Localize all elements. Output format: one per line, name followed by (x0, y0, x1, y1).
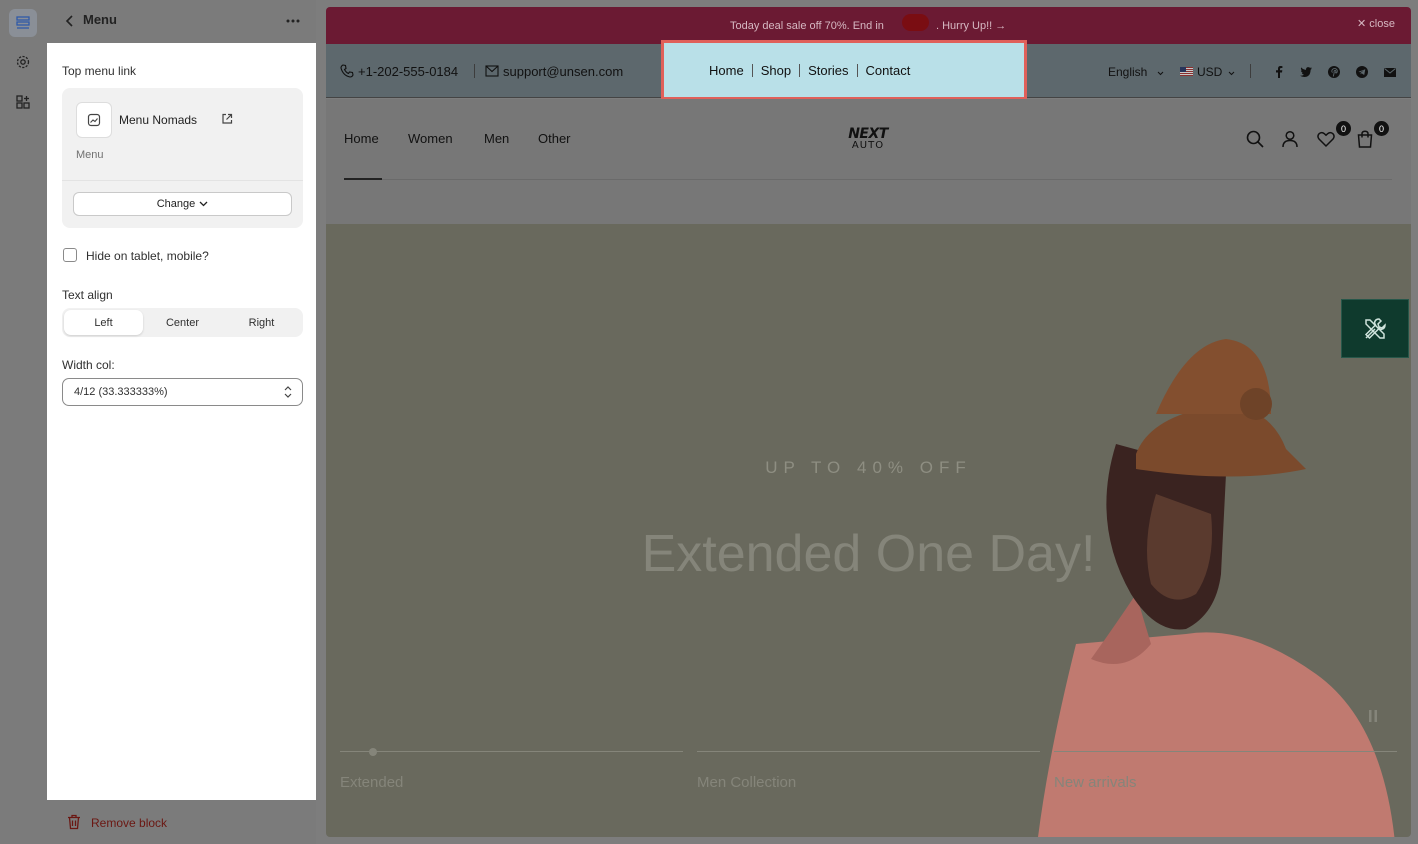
top-nav-shop[interactable]: Shop (753, 63, 799, 78)
main-nav-men[interactable]: Men (484, 131, 509, 146)
text-align-segmented-control: Left Center Right (62, 308, 303, 337)
storefront-preview: Today deal sale off 70%. End in . Hurry … (326, 7, 1411, 837)
width-col-label: Width col: (62, 358, 115, 372)
menu-thumbnail-icon (76, 102, 112, 138)
block-settings-panel: Menu Top menu link Menu Nomads Menu Chan… (47, 0, 316, 844)
width-col-value: 4/12 (33.333333%) (74, 386, 168, 398)
email-icon[interactable] (1383, 65, 1397, 79)
telegram-icon[interactable] (1355, 65, 1369, 79)
wishlist-count-badge: 0 (1336, 121, 1351, 136)
account-icon[interactable] (1280, 129, 1300, 149)
width-col-select[interactable]: 4/12 (33.333333%) (62, 378, 303, 406)
hero-headline: Extended One Day! (641, 525, 1096, 583)
top-nav-contact[interactable]: Contact (858, 63, 919, 78)
left-rail (0, 0, 47, 844)
us-flag-icon (1180, 67, 1193, 76)
deal-text: Today deal sale off 70%. End in (730, 20, 884, 32)
change-menu-button[interactable]: Change (73, 192, 292, 216)
slide-tab-new-arrivals[interactable]: New arrivals (1054, 751, 1397, 791)
slide-tab-line (697, 751, 1040, 752)
slide-tab-line (1054, 751, 1397, 752)
top-nav-home[interactable]: Home (701, 63, 752, 78)
hide-on-mobile-checkbox[interactable] (63, 248, 77, 262)
main-header: Home Women Men Other NEXT AUTO 0 0 (326, 99, 1411, 224)
hurry-text[interactable]: . Hurry Up!! → (936, 20, 1006, 32)
more-options-icon[interactable] (283, 12, 303, 30)
top-nav-stories[interactable]: Stories (800, 63, 856, 78)
facebook-icon[interactable] (1272, 65, 1286, 79)
back-chevron-icon[interactable] (61, 12, 79, 30)
language-selector[interactable]: English (1108, 65, 1147, 79)
announcement-bar: Today deal sale off 70%. End in . Hurry … (326, 7, 1411, 44)
text-align-label: Text align (62, 288, 113, 302)
sections-icon[interactable] (9, 9, 37, 37)
top-menu-block-highlight[interactable]: Home Shop Stories Contact (661, 40, 1027, 100)
change-button-label: Change (156, 198, 196, 210)
hero-promo-text: UP TO 40% OFF (765, 458, 972, 477)
mail-icon (485, 65, 499, 77)
countdown-pill (902, 14, 929, 31)
header-underline (344, 179, 1392, 180)
slide-tab-label: Extended (340, 774, 404, 791)
panel-header: Menu (47, 0, 316, 43)
hide-on-mobile-label: Hide on tablet, mobile? (86, 249, 209, 263)
hero-slideshow: UP TO 40% OFF Extended One Day! Extended… (326, 224, 1411, 837)
support-email[interactable]: support@unsen.com (503, 64, 623, 79)
slide-tab-label: Men Collection (697, 774, 797, 791)
cart-count-badge: 0 (1374, 121, 1389, 136)
panel-title: Menu (83, 12, 117, 27)
chevron-down-icon (199, 201, 208, 207)
twitter-icon[interactable] (1299, 65, 1313, 79)
top-menu-nav: Home Shop Stories Contact (701, 63, 918, 78)
currency-chevron-down-icon (1228, 71, 1235, 76)
panel-footer: Remove block (47, 800, 316, 844)
pinterest-icon[interactable] (1327, 65, 1341, 79)
menu-picker-card: Menu Nomads Menu Change (62, 88, 303, 228)
align-center-option[interactable]: Center (143, 310, 222, 335)
wishlist-heart-icon[interactable] (1316, 129, 1336, 149)
logo-line-1: NEXT (848, 126, 888, 142)
pause-icon[interactable] (1367, 709, 1379, 723)
language-chevron-down-icon (1157, 71, 1164, 76)
slide-tab-extended[interactable]: Extended (340, 751, 683, 791)
info-divider (474, 64, 475, 78)
settings-gear-icon[interactable] (9, 48, 37, 76)
top-menu-link-label: Top menu link (62, 64, 137, 78)
external-link-icon[interactable] (220, 112, 234, 126)
remove-block-button[interactable]: Remove block (91, 816, 167, 830)
align-right-option[interactable]: Right (222, 310, 301, 335)
menu-type-label: Menu (76, 149, 104, 161)
menu-name[interactable]: Menu Nomads (119, 113, 197, 127)
main-nav-home[interactable]: Home (344, 131, 379, 146)
theme-tools-button[interactable] (1341, 299, 1409, 358)
phone-icon (340, 64, 354, 78)
tools-icon (1364, 317, 1386, 339)
currency-selector[interactable]: USD (1197, 65, 1222, 79)
logo-line-2: AUTO (851, 140, 885, 151)
main-nav-other[interactable]: Other (538, 131, 571, 146)
info-divider-right (1250, 64, 1251, 78)
select-arrows-icon (284, 386, 292, 398)
align-left-option[interactable]: Left (64, 310, 143, 335)
main-nav-women[interactable]: Women (408, 131, 453, 146)
card-divider (62, 180, 303, 181)
close-announcement-button[interactable]: ✕ close (1357, 17, 1395, 30)
cart-bag-icon[interactable] (1355, 129, 1375, 149)
active-nav-indicator (344, 178, 382, 180)
trash-icon[interactable] (67, 814, 81, 830)
phone-number[interactable]: +1-202-555-0184 (358, 64, 458, 79)
search-icon[interactable] (1245, 129, 1265, 149)
apps-icon[interactable] (9, 88, 37, 116)
slide-tab-label: New arrivals (1054, 774, 1137, 791)
slide-tab-line (340, 751, 683, 752)
store-logo[interactable]: NEXT AUTO (844, 127, 892, 155)
slide-tab-men-collection[interactable]: Men Collection (697, 751, 1040, 791)
